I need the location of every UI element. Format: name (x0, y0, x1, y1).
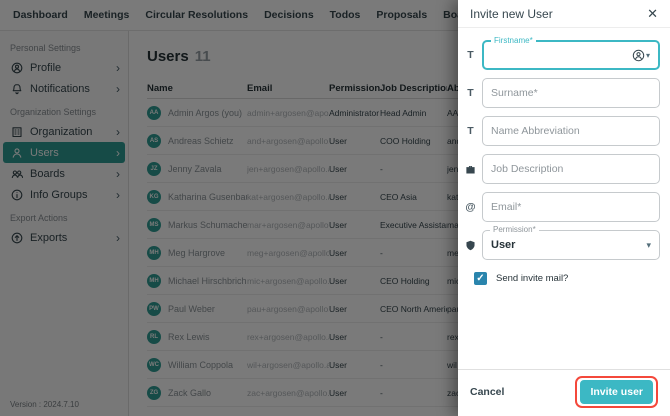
chevron-down-icon: ▾ (645, 50, 650, 60)
field-row-firstname: T Firstname* ▾ (463, 36, 660, 70)
app-root: DashboardMeetingsCircular ResolutionsDec… (0, 0, 670, 416)
surname-input[interactable]: Surname* (482, 78, 660, 108)
text-icon: T (467, 87, 474, 99)
dialog-fields: T Firstname* ▾ T Surname* T Name Abbreviation J… (458, 28, 670, 268)
permission-value: User (491, 239, 516, 251)
firstname-input[interactable]: Firstname* ▾ (482, 36, 660, 70)
field-row-job-description: Job Description (463, 154, 660, 184)
name-abbreviation-placeholder: Name Abbreviation (491, 125, 580, 137)
close-icon[interactable]: ✕ (647, 7, 658, 20)
briefcase-icon (463, 164, 478, 175)
job-description-input[interactable]: Job Description (482, 154, 660, 184)
permission-label: Permission* (490, 225, 539, 234)
checkbox-checked-icon[interactable]: ✓ (474, 272, 487, 285)
cancel-button[interactable]: Cancel (470, 382, 504, 402)
send-invite-checkbox-row[interactable]: ✓ Send invite mail? (474, 272, 670, 285)
invite-user-button[interactable]: Invite user (580, 380, 653, 404)
avatar-select-icon[interactable]: ▾ (632, 49, 650, 62)
dialog-title: Invite new User (470, 6, 553, 21)
at-icon: @ (465, 201, 476, 213)
chevron-down-icon: ▾ (646, 239, 651, 250)
email-placeholder: Email* (491, 201, 522, 213)
name-abbreviation-input[interactable]: Name Abbreviation (482, 116, 660, 146)
firstname-label: Firstname* (491, 36, 536, 45)
email-input[interactable]: Email* (482, 192, 660, 222)
field-row-permission: Permission* User ▾ (463, 225, 660, 260)
job-description-placeholder: Job Description (491, 163, 564, 175)
send-invite-label: Send invite mail? (496, 273, 569, 284)
target-annotation: Invite user (575, 376, 658, 408)
surname-placeholder: Surname* (491, 87, 538, 99)
field-row-email: @ Email* (463, 192, 660, 222)
field-row-name-abbreviation: T Name Abbreviation (463, 116, 660, 146)
permission-input[interactable]: Permission* User ▾ (482, 225, 660, 260)
dialog-footer: Cancel Invite user (458, 369, 670, 416)
text-icon: T (467, 125, 474, 137)
field-row-surname: T Surname* (463, 78, 660, 108)
shield-icon (463, 240, 478, 251)
dialog-header: Invite new User ✕ (458, 0, 670, 28)
invite-user-dialog: Invite new User ✕ T Firstname* ▾ T Surname* T… (458, 0, 670, 416)
text-icon: T (467, 49, 474, 61)
